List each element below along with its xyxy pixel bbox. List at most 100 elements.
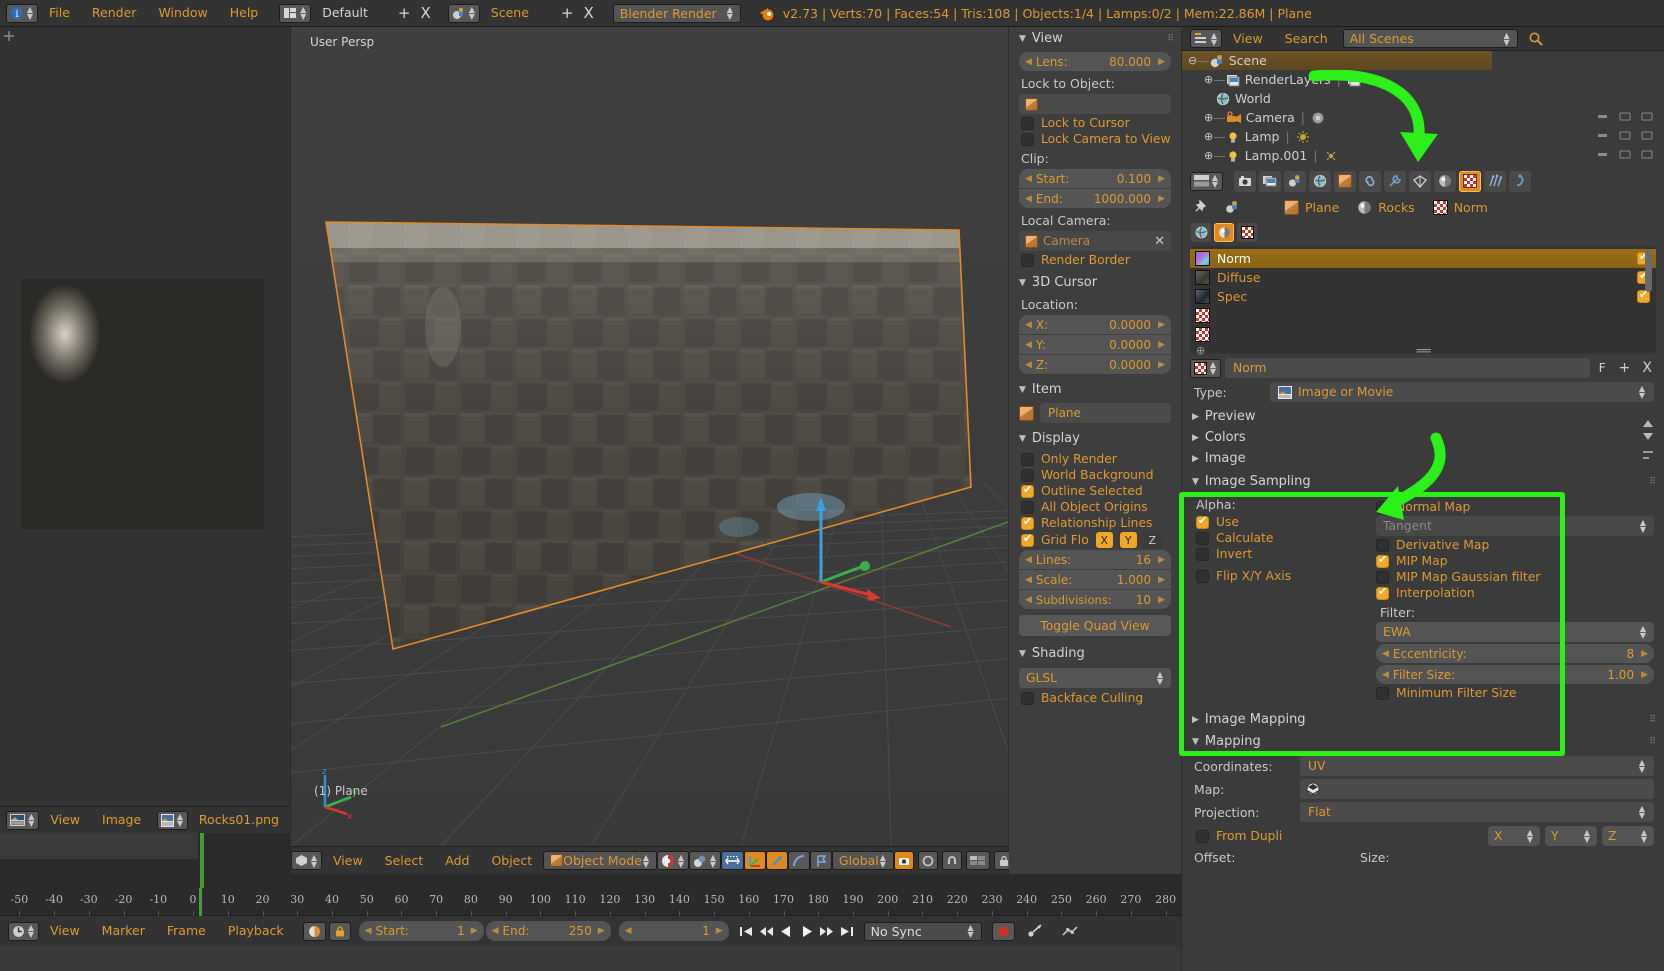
transport-controls[interactable]: [739, 924, 854, 939]
lock-to-cursor-row[interactable]: Lock to Cursor: [1021, 116, 1181, 130]
camera-data-icon[interactable]: [1311, 111, 1326, 125]
keying-set-icon[interactable]: [1027, 923, 1043, 939]
auto-keying-button[interactable]: [302, 921, 326, 941]
tab-texture[interactable]: [1459, 170, 1481, 192]
transform-orientation-dropdown[interactable]: Global ▲ ▼: [831, 851, 894, 870]
panel-header-view[interactable]: ▼ View ⠿: [1009, 27, 1181, 50]
render-only-toggle[interactable]: [893, 851, 914, 870]
outliner-row-lamp[interactable]: ⊕ — Lamp |: [1182, 127, 1664, 146]
filter-type-dropdown[interactable]: EWA ▲ ▼: [1376, 622, 1654, 642]
collapse-minus-icon[interactable]: ⊖: [1188, 54, 1197, 67]
from-dupli-checkbox[interactable]: [1196, 829, 1209, 843]
alpha-invert-checkbox[interactable]: [1196, 547, 1209, 561]
decrement-arrow-icon[interactable]: ◀: [1025, 575, 1032, 585]
grid-subdivisions-field[interactable]: ◀ Subdivisions: 10 ▶: [1019, 590, 1171, 609]
alpha-use-row[interactable]: Use: [1196, 514, 1370, 529]
tab-world[interactable]: [1309, 170, 1331, 192]
outliner-tree[interactable]: ⊖ — Scene ⊕ — RenderLayers | World ⊕ — C…: [1182, 51, 1664, 165]
grid-scale-field[interactable]: ◀ Scale: 1.000 ▶: [1019, 570, 1171, 589]
grid-lines-field[interactable]: ◀ Lines: 16 ▶: [1019, 550, 1171, 569]
context-material-texture[interactable]: [1214, 223, 1234, 242]
alpha-calculate-checkbox[interactable]: [1196, 531, 1209, 545]
delete-scene-button[interactable]: X: [578, 4, 598, 23]
only-render-checkbox[interactable]: [1021, 452, 1034, 466]
grid-axis-x-button[interactable]: X: [1095, 532, 1113, 548]
lock-to-cursor-checkbox[interactable]: [1021, 116, 1034, 130]
outliner-row-camera[interactable]: ⊕ — Camera |: [1182, 108, 1664, 127]
outliner-menu-view[interactable]: View: [1222, 27, 1274, 51]
viewport-shading-button[interactable]: ▲ ▼: [656, 851, 689, 870]
sync-mode-dropdown[interactable]: No Sync ▲ ▼: [863, 921, 982, 941]
tab-render[interactable]: [1234, 170, 1256, 192]
outliner-display-mode-button[interactable]: ▲ ▼: [1190, 29, 1222, 48]
timeline-menu-marker[interactable]: Marker: [91, 916, 156, 946]
decrement-arrow-icon[interactable]: ◀: [1025, 57, 1032, 67]
increment-arrow-icon[interactable]: ▶: [1158, 194, 1165, 204]
tab-modifiers[interactable]: [1384, 170, 1406, 192]
image-name-field[interactable]: Rocks01.png: [188, 807, 290, 833]
eccentricity-field[interactable]: ◀ Eccentricity: 8 ▶: [1376, 644, 1654, 663]
breadcrumb-object[interactable]: Plane: [1284, 199, 1339, 215]
panel-header-preview[interactable]: ▶ Preview: [1182, 406, 1664, 427]
interpolation-checkbox[interactable]: [1376, 585, 1389, 600]
transform-manipulator[interactable]: [789, 477, 929, 607]
menu-help[interactable]: Help: [219, 0, 270, 26]
extra-manipulator-button[interactable]: [809, 851, 832, 870]
plane-object[interactable]: [291, 27, 1008, 846]
cursor-z-field[interactable]: ◀ Z: 0.0000 ▶: [1019, 355, 1171, 374]
outline-selected-checkbox[interactable]: [1021, 483, 1034, 498]
scene-icon[interactable]: [1225, 200, 1240, 214]
panel-header-item[interactable]: ▼ Item: [1009, 378, 1181, 401]
tab-object[interactable]: [1334, 170, 1356, 192]
viewport-menu-object[interactable]: Object: [480, 848, 543, 874]
jump-to-start-icon[interactable]: [739, 925, 754, 938]
tab-constraints[interactable]: [1359, 170, 1381, 192]
add-scene-button[interactable]: +: [556, 4, 579, 23]
mapping-map-row[interactable]: Map:: [1182, 779, 1664, 799]
only-render-row[interactable]: Only Render: [1021, 452, 1181, 466]
increment-arrow-icon[interactable]: ▶: [598, 926, 605, 936]
panel-header-3d-cursor[interactable]: ▼ 3D Cursor: [1009, 271, 1181, 294]
flip-xy-checkbox[interactable]: [1196, 569, 1209, 583]
decrement-arrow-icon[interactable]: ◀: [1025, 555, 1032, 565]
grid-floor-checkbox[interactable]: [1021, 532, 1034, 547]
frame-end-field[interactable]: ◀ End: 250 ▶: [485, 921, 611, 941]
properties-breadcrumb[interactable]: Plane Rocks Norm: [1182, 194, 1664, 220]
viewport-menu-add[interactable]: Add: [434, 848, 480, 874]
minimum-filter-size-row[interactable]: Minimum Filter Size: [1376, 686, 1654, 700]
mip-map-gaussian-row[interactable]: MIP Map Gaussian filter: [1376, 570, 1654, 584]
mapping-axis-x-dropdown[interactable]: X ▲ ▼: [1488, 826, 1540, 846]
texture-slot-row[interactable]: Spec: [1190, 287, 1656, 306]
expand-plus-icon[interactable]: ⊕: [1204, 130, 1213, 143]
increment-arrow-icon[interactable]: ▶: [1158, 174, 1165, 184]
texture-datablock-row[interactable]: ▲ ▼ Norm F + X: [1190, 358, 1656, 378]
current-frame-field[interactable]: ◀ 1 ▶: [618, 921, 729, 941]
normal-space-dropdown[interactable]: Tangent ▲ ▼: [1376, 516, 1654, 536]
lock-camera-to-view-checkbox[interactable]: [1021, 132, 1034, 146]
panel-header-colors[interactable]: ▶ Colors: [1182, 427, 1664, 448]
timeline-menu-view[interactable]: View: [39, 916, 91, 946]
decrement-arrow-icon[interactable]: ◀: [625, 926, 632, 936]
manipulator-toggle-button[interactable]: [720, 851, 744, 870]
step-forward-icon[interactable]: [819, 925, 834, 938]
texture-slot-row[interactable]: Norm: [1190, 249, 1656, 268]
texture-name-field[interactable]: Norm: [1225, 358, 1590, 378]
local-view-toggle[interactable]: [917, 851, 938, 870]
lock-camera-to-view-row[interactable]: Lock Camera to View: [1021, 132, 1181, 146]
pin-icon[interactable]: [1192, 199, 1207, 215]
mapping-coordinates-row[interactable]: Coordinates: UV ▲ ▼: [1182, 756, 1664, 776]
3d-viewport[interactable]: User Persp z y x (1) Plane: [291, 27, 1008, 846]
translate-manipulator-button[interactable]: [743, 851, 766, 870]
flip-xy-row[interactable]: Flip X/Y Axis: [1196, 569, 1370, 583]
menu-render[interactable]: Render: [81, 0, 148, 26]
scale-manipulator-button[interactable]: [787, 851, 810, 870]
texture-slot-row[interactable]: [1190, 306, 1656, 325]
alpha-calculate-row[interactable]: Calculate: [1196, 531, 1370, 545]
info-editor-type-button[interactable]: i ▲ ▼: [6, 3, 38, 23]
renderlayer-data-icon[interactable]: [1347, 73, 1362, 87]
increment-arrow-icon[interactable]: ▶: [1641, 670, 1648, 680]
menu-window[interactable]: Window: [147, 0, 218, 26]
mapping-axis-z-dropdown[interactable]: Z ▲ ▼: [1602, 826, 1654, 846]
mip-map-row[interactable]: MIP Map: [1376, 553, 1654, 568]
backface-culling-checkbox[interactable]: [1021, 691, 1034, 705]
